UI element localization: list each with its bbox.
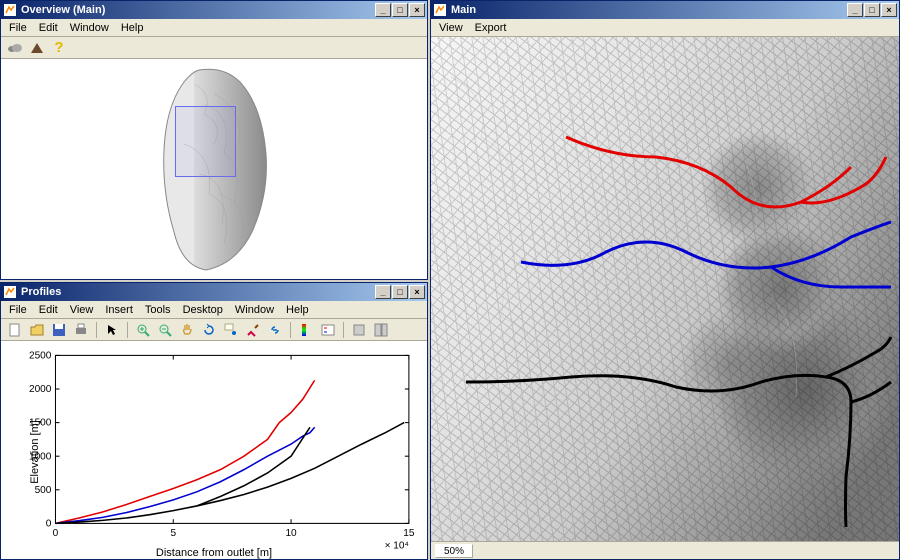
- maximize-button[interactable]: □: [392, 285, 408, 299]
- legend-icon[interactable]: [318, 320, 338, 340]
- profiles-title: Profiles: [21, 286, 375, 298]
- profiles-titlebar[interactable]: Profiles _ □ ×: [1, 283, 427, 301]
- overview-titlebar[interactable]: Overview (Main) _ □ ×: [1, 1, 427, 19]
- toolbar-separator: [96, 322, 97, 338]
- profiles-chart: 05001000150020002500051015× 10⁴ Elevatio…: [7, 347, 421, 557]
- menu-edit[interactable]: Edit: [33, 303, 64, 317]
- svg-text:500: 500: [35, 485, 52, 496]
- main-window: Main _ □ × View Export: [430, 0, 900, 560]
- maximize-button[interactable]: □: [864, 3, 880, 17]
- main-statusbar: 50%: [431, 541, 899, 559]
- save-icon[interactable]: [49, 320, 69, 340]
- maximize-button[interactable]: □: [392, 3, 408, 17]
- triangle-icon[interactable]: [27, 38, 47, 58]
- close-button[interactable]: ×: [881, 3, 897, 17]
- menu-insert[interactable]: Insert: [99, 303, 139, 317]
- rotate-icon[interactable]: [199, 320, 219, 340]
- minimize-button[interactable]: _: [375, 3, 391, 17]
- terrain-texture: [431, 37, 899, 541]
- menu-help[interactable]: Help: [280, 303, 315, 317]
- toolbar-separator: [290, 322, 291, 338]
- profiles-menubar: File Edit View Insert Tools Desktop Wind…: [1, 301, 427, 319]
- new-icon[interactable]: [5, 320, 25, 340]
- minimize-button[interactable]: _: [847, 3, 863, 17]
- datatip-icon[interactable]: [221, 320, 241, 340]
- svg-text:0: 0: [53, 528, 59, 539]
- menu-view[interactable]: View: [64, 303, 100, 317]
- overview-title: Overview (Main): [21, 4, 375, 16]
- menu-window[interactable]: Window: [229, 303, 280, 317]
- zoom-out-icon[interactable]: [155, 320, 175, 340]
- svg-text:2500: 2500: [29, 350, 52, 361]
- cloud-icon[interactable]: [5, 38, 25, 58]
- zoom-level: 50%: [435, 544, 473, 558]
- show-plot-tools-icon[interactable]: [371, 320, 391, 340]
- main-title: Main: [451, 4, 847, 16]
- help-icon[interactable]: ?: [49, 38, 69, 58]
- chart-xlabel: Distance from outlet [m]: [156, 547, 272, 559]
- minimize-button[interactable]: _: [375, 285, 391, 299]
- open-icon[interactable]: [27, 320, 47, 340]
- close-button[interactable]: ×: [409, 285, 425, 299]
- zoom-in-icon[interactable]: [133, 320, 153, 340]
- overview-canvas[interactable]: [1, 59, 427, 279]
- brush-icon[interactable]: [243, 320, 263, 340]
- hide-plot-tools-icon[interactable]: [349, 320, 369, 340]
- close-button[interactable]: ×: [409, 3, 425, 17]
- toolbar-separator: [343, 322, 344, 338]
- overview-toolbar: ?: [1, 37, 427, 59]
- profiles-toolbar: [1, 319, 427, 341]
- toolbar-separator: [127, 322, 128, 338]
- svg-text:2000: 2000: [29, 384, 52, 395]
- menu-file[interactable]: File: [3, 21, 33, 35]
- colorbar-icon[interactable]: [296, 320, 316, 340]
- print-icon[interactable]: [71, 320, 91, 340]
- menu-window[interactable]: Window: [64, 21, 115, 35]
- matlab-figure-icon: [3, 3, 17, 17]
- main-menubar: View Export: [431, 19, 899, 37]
- menu-export[interactable]: Export: [469, 21, 513, 35]
- overview-menubar: File Edit Window Help: [1, 19, 427, 37]
- overview-window: Overview (Main) _ □ × File Edit Window H…: [0, 0, 428, 280]
- svg-text:5: 5: [170, 528, 176, 539]
- svg-text:× 10⁴: × 10⁴: [385, 540, 409, 551]
- pointer-icon[interactable]: [102, 320, 122, 340]
- main-canvas[interactable]: [431, 37, 899, 541]
- main-titlebar[interactable]: Main _ □ ×: [431, 1, 899, 19]
- matlab-figure-icon: [3, 285, 17, 299]
- menu-help[interactable]: Help: [115, 21, 150, 35]
- svg-text:0: 0: [46, 518, 52, 529]
- link-icon[interactable]: [265, 320, 285, 340]
- svg-text:10: 10: [285, 528, 296, 539]
- menu-edit[interactable]: Edit: [33, 21, 64, 35]
- pan-icon[interactable]: [177, 320, 197, 340]
- chart-ylabel: Elevation [m]: [29, 420, 41, 484]
- profiles-window: Profiles _ □ × File Edit View Insert Too…: [0, 282, 428, 560]
- menu-file[interactable]: File: [3, 303, 33, 317]
- overview-selection-rect[interactable]: [175, 106, 237, 177]
- svg-text:15: 15: [403, 528, 414, 539]
- profiles-canvas[interactable]: 05001000150020002500051015× 10⁴ Elevatio…: [1, 341, 427, 559]
- menu-view[interactable]: View: [433, 21, 469, 35]
- menu-desktop[interactable]: Desktop: [177, 303, 229, 317]
- matlab-figure-icon: [433, 3, 447, 17]
- menu-tools[interactable]: Tools: [139, 303, 177, 317]
- overview-terrain: [144, 64, 284, 274]
